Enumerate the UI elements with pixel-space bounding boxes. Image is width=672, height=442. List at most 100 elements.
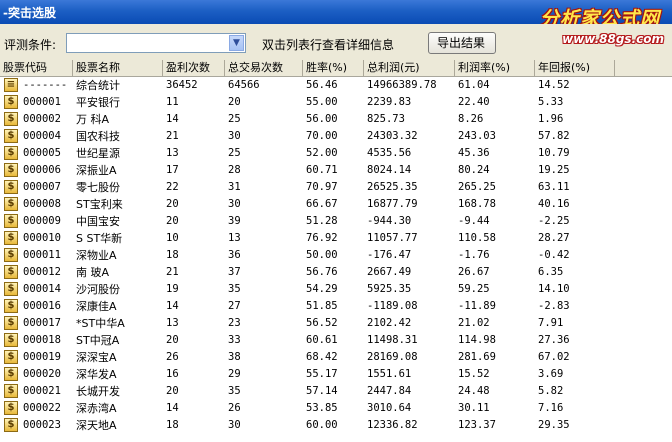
table-row[interactable]: $000018 ST中冠A 20 33 60.61 11498.31 114.98 27.36 <box>0 332 672 349</box>
table-row[interactable]: $000009 中国宝安 20 39 51.28 -944.30 -9.44 -2.25 <box>0 213 672 230</box>
criteria-select[interactable]: ▼ <box>66 33 246 53</box>
cell-code: 000007 <box>23 181 61 193</box>
cell-profit-rate: 61.04 <box>458 79 490 91</box>
stock-icon: $ <box>4 231 18 245</box>
table-row[interactable]: $000006 深振业A 17 28 60.71 8024.14 80.24 19.25 <box>0 162 672 179</box>
stock-icon: $ <box>4 265 18 279</box>
cell-name: 深康佳A <box>76 300 117 313</box>
cell-code: 000002 <box>23 113 61 125</box>
cell-trades: 30 <box>228 198 241 210</box>
cell-winrate: 60.00 <box>306 419 338 431</box>
cell-wins: 21 <box>166 266 179 278</box>
cell-wins: 11 <box>166 96 179 108</box>
cell-annual: 10.79 <box>538 147 570 159</box>
cell-annual: 14.52 <box>538 79 570 91</box>
table-row[interactable]: $000007 零七股份 22 31 70.97 26525.35 265.25 63.11 <box>0 179 672 196</box>
cell-annual: 19.25 <box>538 164 570 176</box>
cell-profit: -176.47 <box>367 249 412 261</box>
window-title: -突击选股 <box>3 6 56 20</box>
table-row[interactable]: $000002 万 科A 14 25 56.00 825.73 8.26 1.96 <box>0 111 672 128</box>
cell-winrate: 66.67 <box>306 198 338 210</box>
stock-icon: $ <box>4 197 18 211</box>
cell-trades: 64566 <box>228 79 260 91</box>
table-row[interactable]: $000008 ST宝利来 20 30 66.67 16877.79 168.78 40.16 <box>0 196 672 213</box>
cell-name: ST中冠A <box>76 334 120 347</box>
column-header[interactable]: 年回报(%) <box>535 60 615 76</box>
cell-winrate: 60.61 <box>306 334 338 346</box>
cell-profit: 825.73 <box>367 113 405 125</box>
column-header[interactable]: 股票名称 <box>73 60 163 76</box>
stock-icon: $ <box>4 146 18 160</box>
cell-trades: 23 <box>228 317 241 329</box>
table-row[interactable]: $000004 国农科技 21 30 70.00 24303.32 243.03 57.82 <box>0 128 672 145</box>
table-row[interactable]: $000021 长城开发 20 35 57.14 2447.84 24.48 5.82 <box>0 383 672 400</box>
cell-wins: 10 <box>166 232 179 244</box>
cell-winrate: 57.14 <box>306 385 338 397</box>
cell-trades: 25 <box>228 147 241 159</box>
cell-name: S ST华新 <box>76 232 123 245</box>
cell-profit: 8024.14 <box>367 164 412 176</box>
table-row[interactable]: $000022 深赤湾A 14 26 53.85 3010.64 30.11 7.16 <box>0 400 672 417</box>
cell-code: 000012 <box>23 266 61 278</box>
cell-trades: 13 <box>228 232 241 244</box>
table-row[interactable]: $000010 S ST华新 10 13 76.92 11057.77 110.58 28.2… <box>0 230 672 247</box>
cell-annual: 14.10 <box>538 283 570 295</box>
cell-winrate: 70.00 <box>306 130 338 142</box>
cell-annual: 28.27 <box>538 232 570 244</box>
column-header[interactable]: 利润率(%) <box>455 60 535 76</box>
criteria-label: 评测条件: <box>4 38 57 52</box>
stock-icon: $ <box>4 384 18 398</box>
cell-code: 000023 <box>23 419 61 431</box>
table-row[interactable]: ≡ ------- 综合统计 36452 64566 56.46 14966389.78 61… <box>0 77 672 94</box>
stock-icon: $ <box>4 316 18 330</box>
stock-icon: $ <box>4 112 18 126</box>
cell-name: ST宝利来 <box>76 198 123 211</box>
cell-trades: 31 <box>228 181 241 193</box>
table-row[interactable]: $000023 深天地A 18 30 60.00 12336.82 123.37 29.35 <box>0 417 672 434</box>
export-button[interactable]: 导出结果 <box>428 32 496 54</box>
cell-winrate: 55.00 <box>306 96 338 108</box>
cell-code: 000016 <box>23 300 61 312</box>
cell-code: 000004 <box>23 130 61 142</box>
table-row[interactable]: $000020 深华发A 16 29 55.17 1551.61 15.52 3.69 <box>0 366 672 383</box>
cell-trades: 35 <box>228 283 241 295</box>
cell-trades: 28 <box>228 164 241 176</box>
stock-icon: $ <box>4 180 18 194</box>
cell-trades: 29 <box>228 368 241 380</box>
column-header[interactable]: 盈利次数 <box>163 60 225 76</box>
cell-name: 深物业A <box>76 249 117 262</box>
stock-icon: $ <box>4 129 18 143</box>
table-row[interactable]: $000005 世纪星源 13 25 52.00 4535.56 45.36 10.79 <box>0 145 672 162</box>
column-header[interactable]: 总利润(元) <box>364 60 455 76</box>
cell-code: 000001 <box>23 96 61 108</box>
cell-code: 000009 <box>23 215 61 227</box>
table-row[interactable]: $000001 平安银行 11 20 55.00 2239.83 22.40 5.33 <box>0 94 672 111</box>
stock-icon: $ <box>4 299 18 313</box>
hint-text: 双击列表行查看详细信息 <box>262 38 395 52</box>
cell-name: 深振业A <box>76 164 117 177</box>
cell-profit: 4535.56 <box>367 147 412 159</box>
cell-code: 000006 <box>23 164 61 176</box>
table-row[interactable]: $000016 深康佳A 14 27 51.85 -1189.08 -11.89 -2.83 <box>0 298 672 315</box>
results-table[interactable]: 股票代码 股票名称 盈利次数 总交易次数 胜率(%) 总利润(元) 利润率(%) 年回报(%)… <box>0 60 672 442</box>
table-row[interactable]: $000017 *ST中华A 13 23 56.52 2102.42 21.02 7.91 <box>0 315 672 332</box>
cell-profit-rate: 22.40 <box>458 96 490 108</box>
table-row[interactable]: $000014 沙河股份 19 35 54.29 5925.35 59.25 14.10 <box>0 281 672 298</box>
cell-name: *ST中华A <box>76 317 125 330</box>
cell-winrate: 52.00 <box>306 147 338 159</box>
column-header[interactable]: 胜率(%) <box>303 60 364 76</box>
cell-profit-rate: 45.36 <box>458 147 490 159</box>
cell-profit-rate: 26.67 <box>458 266 490 278</box>
chevron-down-icon[interactable]: ▼ <box>229 35 244 51</box>
cell-profit: -1189.08 <box>367 300 418 312</box>
column-header[interactable]: 总交易次数 <box>225 60 303 76</box>
cell-profit: 26525.35 <box>367 181 418 193</box>
cell-wins: 36452 <box>166 79 198 91</box>
column-header[interactable]: 股票代码 <box>0 60 73 76</box>
cell-profit: 2447.84 <box>367 385 412 397</box>
table-row[interactable]: $000019 深深宝A 26 38 68.42 28169.08 281.69 67.02 <box>0 349 672 366</box>
table-row[interactable]: $000011 深物业A 18 36 50.00 -176.47 -1.76 -0.42 <box>0 247 672 264</box>
cell-profit-rate: 30.11 <box>458 402 490 414</box>
cell-profit-rate: -11.89 <box>458 300 496 312</box>
table-row[interactable]: $000012 南 玻A 21 37 56.76 2667.49 26.67 6.35 <box>0 264 672 281</box>
